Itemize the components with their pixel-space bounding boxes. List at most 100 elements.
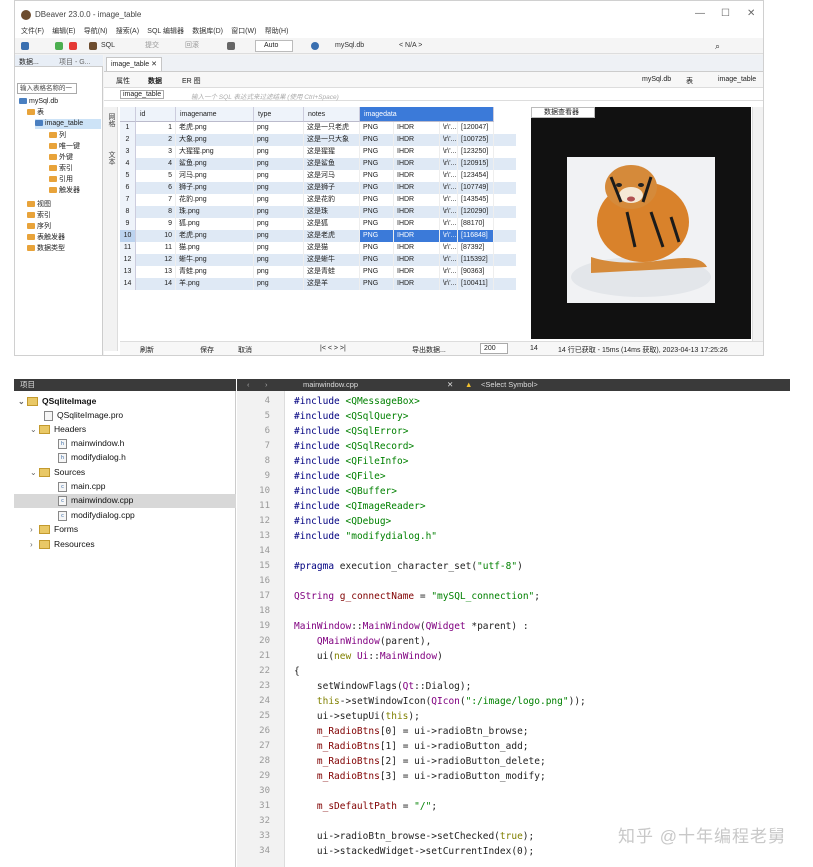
cell-imagedata-format[interactable]: PNG bbox=[360, 206, 394, 218]
cell-imagedata-size[interactable]: [87392] bbox=[458, 242, 494, 254]
cell-imagedata-format[interactable]: PNG bbox=[360, 254, 394, 266]
cell-type[interactable]: png bbox=[254, 218, 304, 230]
cell-imagename[interactable]: 大猩猩.png bbox=[176, 146, 254, 158]
row-number[interactable]: 13 bbox=[120, 266, 136, 278]
table-row[interactable]: 12 12 蜥牛.png png 这是蜥牛 PNG IHDR \r\'... [115392] bbox=[120, 254, 516, 266]
cell-type[interactable]: png bbox=[254, 230, 304, 242]
cell-imagedata-format[interactable]: PNG bbox=[360, 230, 394, 242]
column-header-type[interactable]: type bbox=[254, 107, 304, 122]
row-number[interactable]: 8 bbox=[120, 206, 136, 218]
code-line[interactable]: #include <QSqlError> bbox=[294, 424, 408, 439]
table-row[interactable]: 4 4 鲨鱼.png png 这是鲨鱼 PNG IHDR \r\'... [120915] bbox=[120, 158, 516, 170]
cell-imagedata-format[interactable]: PNG bbox=[360, 182, 394, 194]
cell-type[interactable]: png bbox=[254, 134, 304, 146]
row-number[interactable]: 10 bbox=[120, 230, 136, 242]
save-button[interactable]: 保存 bbox=[200, 345, 214, 355]
tree-folder-forms[interactable]: › Forms bbox=[30, 523, 78, 536]
tab-projects[interactable]: 项目 - G... bbox=[59, 57, 91, 67]
menu-window[interactable]: 窗口(W) bbox=[231, 25, 256, 38]
cell-notes[interactable]: 这是青蛙 bbox=[304, 266, 360, 278]
cell-notes[interactable]: 这是鲨鱼 bbox=[304, 158, 360, 170]
tree-file-modifydialog-h[interactable]: h modifydialog.h bbox=[58, 451, 126, 464]
cell-notes[interactable]: 这是羊 bbox=[304, 278, 360, 290]
code-line[interactable]: #pragma execution_character_set("utf-8") bbox=[294, 559, 523, 574]
cell-id[interactable]: 14 bbox=[136, 278, 176, 290]
cell-type[interactable]: png bbox=[254, 254, 304, 266]
row-number[interactable]: 3 bbox=[120, 146, 136, 158]
cell-imagedata-format[interactable]: PNG bbox=[360, 158, 394, 170]
tree-file-modifydialog-cpp[interactable]: c modifydialog.cpp bbox=[58, 509, 135, 522]
tree-item-unique-keys[interactable]: 唯一键 bbox=[49, 142, 80, 152]
cell-type[interactable]: png bbox=[254, 206, 304, 218]
cell-notes[interactable]: 这是珠 bbox=[304, 206, 360, 218]
row-number[interactable]: 9 bbox=[120, 218, 136, 230]
cell-imagedata-header[interactable]: IHDR bbox=[394, 134, 440, 146]
cell-imagedata-bytes[interactable]: \r\'... bbox=[440, 182, 458, 194]
cell-id[interactable]: 9 bbox=[136, 218, 176, 230]
active-schema[interactable]: < N/A > bbox=[399, 41, 422, 51]
column-header-imagename[interactable]: imagename bbox=[176, 107, 254, 122]
row-number[interactable]: 6 bbox=[120, 182, 136, 194]
clock-icon[interactable] bbox=[311, 42, 319, 50]
data-viewer-tab[interactable]: 数据查看器 bbox=[531, 107, 595, 118]
table-row[interactable]: 3 3 大猩猩.png png 这是猩猩 PNG IHDR \r\'... [123250] bbox=[120, 146, 516, 158]
connect-icon[interactable] bbox=[55, 42, 63, 50]
cell-imagedata-header[interactable]: IHDR bbox=[394, 242, 440, 254]
cell-type[interactable]: png bbox=[254, 266, 304, 278]
code-line[interactable]: m_RadioBtns[0] = ui->radioBtn_browse; bbox=[294, 724, 529, 739]
cell-notes[interactable]: 这是狮子 bbox=[304, 182, 360, 194]
tree-folder-sources[interactable]: ⌄ Sources bbox=[30, 466, 85, 479]
cell-id[interactable]: 5 bbox=[136, 170, 176, 182]
sql-button[interactable]: SQL bbox=[101, 41, 115, 51]
cell-imagedata-size[interactable]: [100411] bbox=[458, 278, 494, 290]
refresh-button[interactable]: 刷新 bbox=[140, 345, 154, 355]
column-header-imagedata[interactable]: imagedata bbox=[360, 107, 494, 122]
code-line[interactable]: QString g_connectName = "mySQL_connectio… bbox=[294, 589, 540, 604]
page-nav-icons[interactable]: |< < > >| bbox=[320, 345, 346, 352]
code-line[interactable]: #include <QImageReader> bbox=[294, 499, 426, 514]
cell-imagedata-size[interactable]: [123250] bbox=[458, 146, 494, 158]
tab-image-table[interactable]: image_table ✕ bbox=[106, 57, 162, 71]
cell-imagedata-bytes[interactable]: \r\'... bbox=[440, 146, 458, 158]
tree-item-data-types[interactable]: 数据类型 bbox=[27, 244, 65, 254]
cell-imagedata-bytes[interactable]: \r\'... bbox=[440, 254, 458, 266]
cell-notes[interactable]: 这是一只老虎 bbox=[304, 122, 360, 134]
cell-imagedata-format[interactable]: PNG bbox=[360, 134, 394, 146]
cell-id[interactable]: 13 bbox=[136, 266, 176, 278]
cell-notes[interactable]: 这是花豹 bbox=[304, 194, 360, 206]
menu-edit[interactable]: 编辑(E) bbox=[52, 25, 75, 38]
tab-data[interactable]: 数据 bbox=[148, 76, 162, 86]
table-row[interactable]: 5 5 河马.png png 这是河马 PNG IHDR \r\'... [123454] bbox=[120, 170, 516, 182]
tree-item-mysql-db[interactable]: mySql.db bbox=[19, 97, 58, 107]
table-row[interactable]: 9 9 狐.png png 这是狐 PNG IHDR \r\'... [88170] bbox=[120, 218, 516, 230]
tab-database-navigator[interactable]: 数据... bbox=[19, 57, 39, 67]
cell-notes[interactable]: 这是老虎 bbox=[304, 230, 360, 242]
cell-imagename[interactable]: 青蛙.png bbox=[176, 266, 254, 278]
tab-properties[interactable]: 属性 bbox=[116, 76, 130, 86]
active-datasource[interactable]: mySql.db bbox=[335, 41, 364, 51]
code-line[interactable]: ui->radioBtn_browse->setChecked(true); bbox=[294, 829, 534, 844]
cell-imagedata-size[interactable]: [116848] bbox=[458, 230, 494, 242]
cell-imagedata-size[interactable]: [88170] bbox=[458, 218, 494, 230]
cell-notes[interactable]: 这是猩猩 bbox=[304, 146, 360, 158]
cell-type[interactable]: png bbox=[254, 158, 304, 170]
cell-type[interactable]: png bbox=[254, 278, 304, 290]
code-line[interactable]: m_RadioBtns[2] = ui->radioButton_delete; bbox=[294, 754, 546, 769]
cell-imagedata-header[interactable]: IHDR bbox=[394, 146, 440, 158]
cell-imagedata-header[interactable]: IHDR bbox=[394, 122, 440, 134]
cell-imagedata-bytes[interactable]: \r\'... bbox=[440, 122, 458, 134]
cell-imagedata-header[interactable]: IHDR bbox=[394, 158, 440, 170]
code-line[interactable]: #include <QFileInfo> bbox=[294, 454, 408, 469]
cell-type[interactable]: png bbox=[254, 182, 304, 194]
code-line[interactable]: m_RadioBtns[1] = ui->radioButton_add; bbox=[294, 739, 529, 754]
cell-imagedata-bytes[interactable]: \r\'... bbox=[440, 230, 458, 242]
rollback-button[interactable]: 回滚 bbox=[185, 41, 199, 51]
cell-type[interactable]: png bbox=[254, 242, 304, 254]
search-icon[interactable]: ⌕ bbox=[715, 41, 720, 51]
tree-item-tables[interactable]: 表 bbox=[27, 108, 44, 118]
cancel-button[interactable]: 取消 bbox=[238, 345, 252, 355]
close-file-icon[interactable]: ✕ bbox=[447, 379, 453, 391]
cell-imagedata-bytes[interactable]: \r\'... bbox=[440, 194, 458, 206]
cell-imagename[interactable]: 鲨鱼.png bbox=[176, 158, 254, 170]
open-file-select[interactable]: mainwindow.cpp bbox=[303, 379, 358, 391]
